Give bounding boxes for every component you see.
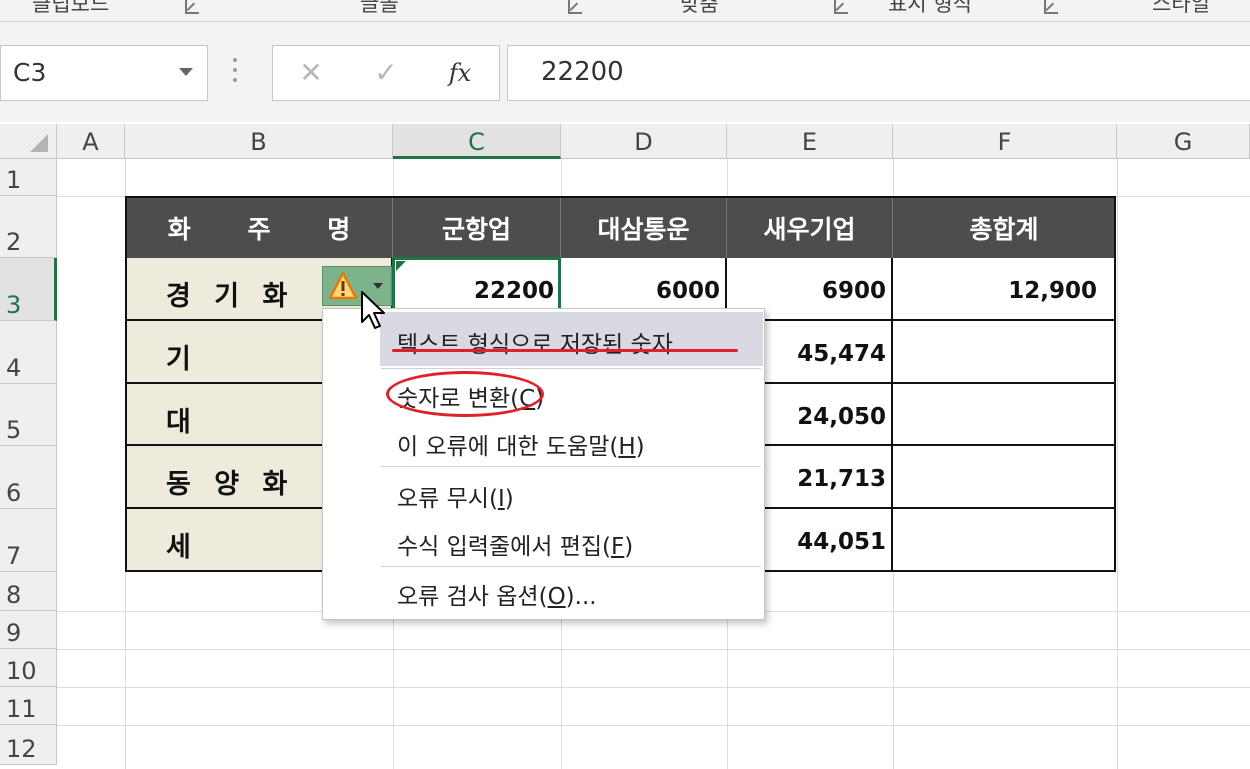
chevron-down-icon[interactable] (179, 68, 193, 76)
column-header-f[interactable]: F (893, 124, 1117, 159)
ribbon-group-clipboard: 클립보드 (32, 0, 110, 16)
enter-icon[interactable]: ✓ (366, 54, 406, 92)
name-box-value: C3 (13, 58, 47, 87)
red-underline-annotation (392, 349, 738, 352)
row-header-7[interactable]: 7 (0, 509, 57, 572)
menu-gutter (323, 309, 380, 619)
ribbon-group-alignment: 맞춤 (680, 0, 719, 16)
chevron-down-icon[interactable] (373, 283, 383, 289)
font-launcher-icon[interactable] (568, 0, 582, 14)
row-header-2[interactable]: 2 (0, 196, 57, 258)
cancel-icon[interactable]: ✕ (291, 54, 331, 92)
row-header-9[interactable]: 9 (0, 611, 57, 649)
row-header-6[interactable]: 6 (0, 446, 57, 509)
select-all-icon (30, 134, 48, 152)
error-check-menu: 텍스트 형식으로 저장된 숫자 숫자로 변환(C) 이 오류에 대한 도움말(H… (322, 308, 765, 620)
formula-bar-buttons: ✕ ✓ fx (272, 45, 500, 101)
column-header-d[interactable]: D (561, 124, 727, 159)
menu-item-ignore-error[interactable]: 오류 무시(I) (397, 479, 514, 513)
formula-value: 22200 (541, 57, 624, 87)
menu-separator (381, 566, 761, 567)
warning-icon (328, 271, 358, 300)
insert-function-icon[interactable]: fx (440, 54, 480, 92)
gridline (57, 725, 1250, 726)
clipboard-launcher-icon[interactable] (185, 0, 199, 14)
ribbon-group-styles: 스타일 (1152, 0, 1210, 16)
column-header-a[interactable]: A (57, 124, 125, 159)
row-header-8[interactable]: 8 (0, 572, 57, 611)
menu-item-help[interactable]: 이 오류에 대한 도움말(H) (397, 427, 645, 461)
error-indicator-icon (396, 261, 406, 271)
ribbon-group-labels: 클립보드 글꼴 맞춤 표시 형식 스타일 (0, 0, 1250, 22)
row-header-3[interactable]: 3 (0, 258, 57, 321)
row-header-10[interactable]: 10 (0, 649, 57, 687)
gridline (1117, 159, 1118, 769)
row-header-12[interactable]: 12 (0, 725, 57, 765)
mouse-pointer-icon (361, 291, 385, 329)
column-header-g[interactable]: G (1117, 124, 1250, 159)
name-box[interactable]: C3 (0, 45, 208, 101)
gridline (57, 687, 1250, 688)
menu-item-edit-in-formula-bar[interactable]: 수식 입력줄에서 편집(F) (397, 527, 633, 561)
column-header-e[interactable]: E (727, 124, 893, 159)
menu-separator (381, 466, 761, 467)
ribbon-group-font: 글꼴 (360, 0, 399, 16)
row-header-11[interactable]: 11 (0, 687, 57, 725)
column-header-c[interactable]: C (393, 124, 561, 159)
row-header-5[interactable]: 5 (0, 384, 57, 446)
column-header-b[interactable]: B (125, 124, 393, 159)
select-all-button[interactable] (0, 124, 57, 159)
menu-item-error-checking-options[interactable]: 오류 검사 옵션(O)... (397, 577, 597, 611)
menu-header-label: 텍스트 형식으로 저장된 숫자 (397, 332, 673, 358)
alignment-launcher-icon[interactable] (834, 0, 848, 14)
number-launcher-icon[interactable] (1044, 0, 1058, 14)
red-circle-annotation (386, 371, 544, 417)
ribbon-group-number: 표시 형식 (888, 0, 972, 16)
menu-separator (381, 368, 761, 369)
row-header-4[interactable]: 4 (0, 321, 57, 384)
drag-handle-icon[interactable] (232, 58, 238, 88)
row-header-1[interactable]: 1 (0, 159, 57, 196)
formula-input[interactable]: 22200 (507, 45, 1250, 101)
gridline (57, 649, 1250, 650)
